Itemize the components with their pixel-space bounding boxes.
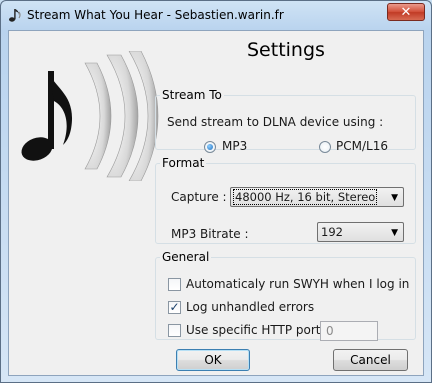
- music-note-icon: [9, 9, 21, 22]
- chevron-down-icon: ▼: [391, 193, 398, 203]
- bitrate-select[interactable]: 192 ▼: [317, 222, 404, 242]
- chevron-down-icon: ▼: [391, 228, 398, 238]
- settings-window: Stream What You Hear - Sebastien.warin.f…: [0, 0, 432, 383]
- capture-label: Capture :: [171, 190, 227, 204]
- autorun-label[interactable]: Automaticaly run SWYH when I log in: [186, 277, 409, 291]
- title-bar[interactable]: Stream What You Hear - Sebastien.warin.f…: [1, 1, 431, 31]
- capture-select[interactable]: 48000 Hz, 16 bit, Stereo ▼: [230, 187, 404, 207]
- general-legend: General: [162, 250, 210, 264]
- stream-to-group: Stream To Send stream to DLNA device usi…: [155, 88, 416, 153]
- bitrate-value: 192: [321, 225, 343, 239]
- pcm-l16-label[interactable]: PCM/L16: [336, 139, 388, 153]
- general-group: General Automaticaly run SWYH when I log…: [155, 250, 416, 341]
- client-area: Settings Stream To Send stream to DLNA d…: [8, 30, 424, 376]
- http-port-label[interactable]: Use specific HTTP port :: [186, 323, 328, 337]
- ok-button[interactable]: OK: [176, 349, 250, 371]
- window-title: Stream What You Hear - Sebastien.warin.f…: [27, 8, 284, 22]
- http-port-input[interactable]: 0: [320, 321, 378, 341]
- capture-value: 48000 Hz, 16 bit, Stereo: [232, 189, 378, 205]
- log-errors-checkbox[interactable]: ✓: [168, 301, 181, 314]
- cancel-button[interactable]: Cancel: [333, 349, 408, 371]
- mp3-label[interactable]: MP3: [222, 139, 247, 153]
- autorun-checkbox[interactable]: [168, 278, 181, 291]
- mp3-radio[interactable]: [204, 141, 216, 153]
- page-title: Settings: [247, 39, 325, 61]
- format-legend: Format: [162, 156, 205, 170]
- bitrate-label: MP3 Bitrate :: [171, 227, 249, 241]
- stream-prompt: Send stream to DLNA device using :: [167, 115, 384, 129]
- stream-to-legend: Stream To: [162, 88, 222, 102]
- music-note-sound-waves-logo: [21, 51, 159, 181]
- http-port-checkbox[interactable]: [168, 324, 181, 337]
- pcm-l16-radio[interactable]: [319, 141, 331, 153]
- format-group: Format Capture : 48000 Hz, 16 bit, Stere…: [155, 156, 416, 244]
- log-errors-label[interactable]: Log unhandled errors: [186, 300, 314, 314]
- close-button[interactable]: ✕: [387, 3, 425, 21]
